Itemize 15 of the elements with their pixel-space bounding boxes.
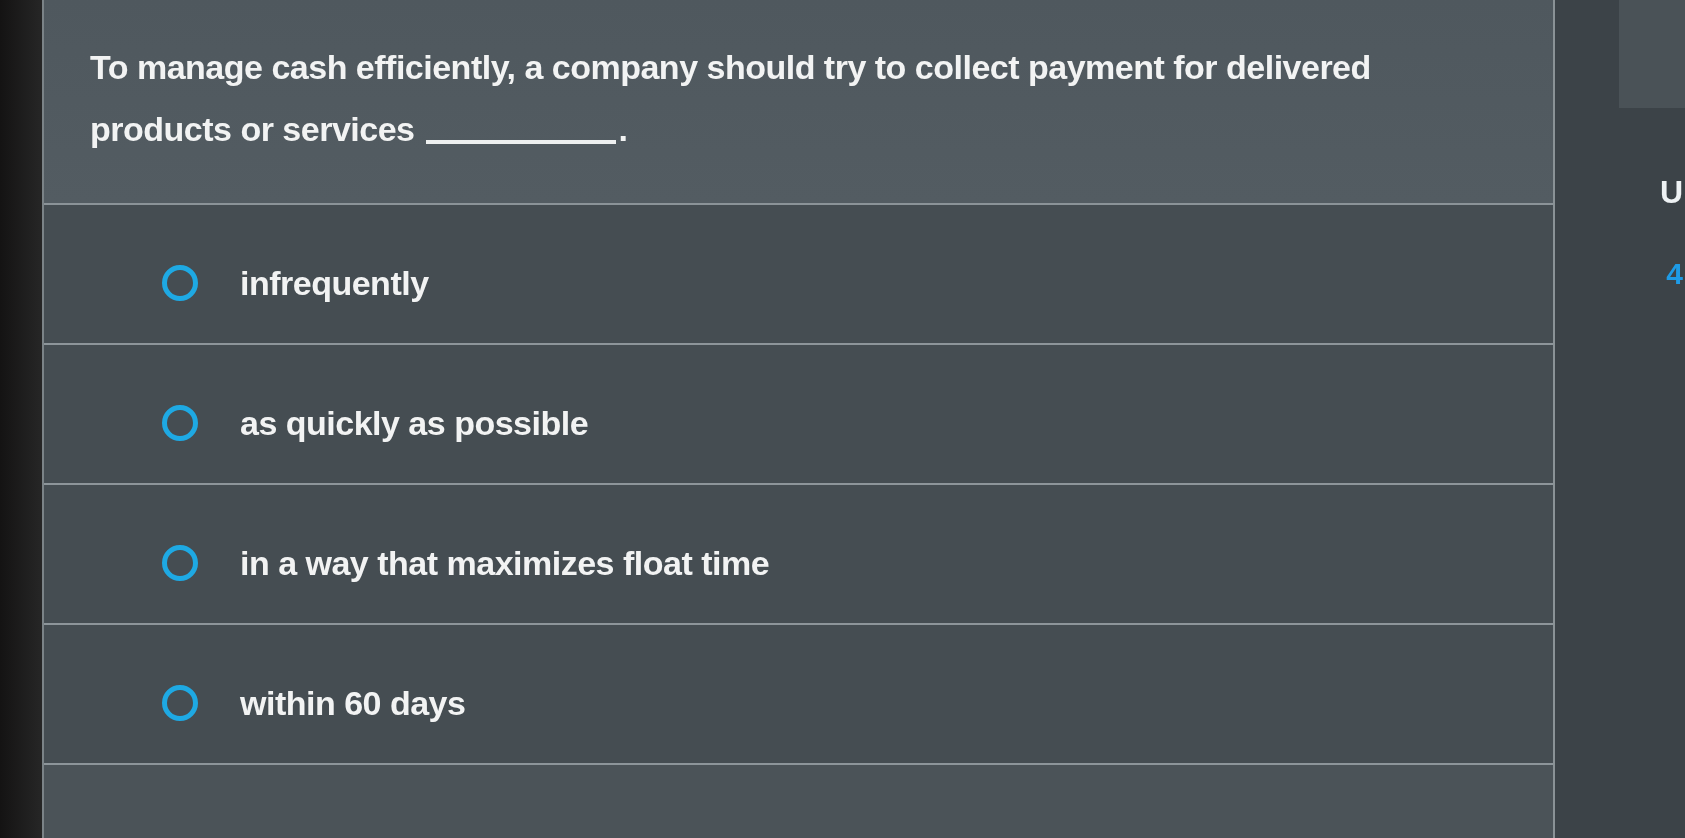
radio-button[interactable] bbox=[162, 405, 198, 441]
option-label: as quickly as possible bbox=[240, 403, 589, 443]
option-label: within 60 days bbox=[240, 683, 466, 723]
answer-option[interactable]: as quickly as possible bbox=[44, 345, 1553, 485]
radio-button[interactable] bbox=[162, 685, 198, 721]
answer-option[interactable]: infrequently bbox=[44, 205, 1553, 345]
answer-option[interactable]: within 60 days bbox=[44, 625, 1553, 765]
option-label: in a way that maximizes float time bbox=[240, 543, 770, 583]
question-number: 4 bbox=[1666, 257, 1683, 291]
question-text: To manage cash efficiently, a company should try to collect payment for delivered products or services . bbox=[90, 47, 1372, 150]
radio-button[interactable] bbox=[162, 265, 198, 301]
answer-option[interactable]: in a way that maximizes float time bbox=[44, 485, 1553, 625]
option-label: infrequently bbox=[240, 263, 429, 303]
side-letter: U bbox=[1659, 174, 1683, 211]
radio-button[interactable] bbox=[162, 545, 198, 581]
